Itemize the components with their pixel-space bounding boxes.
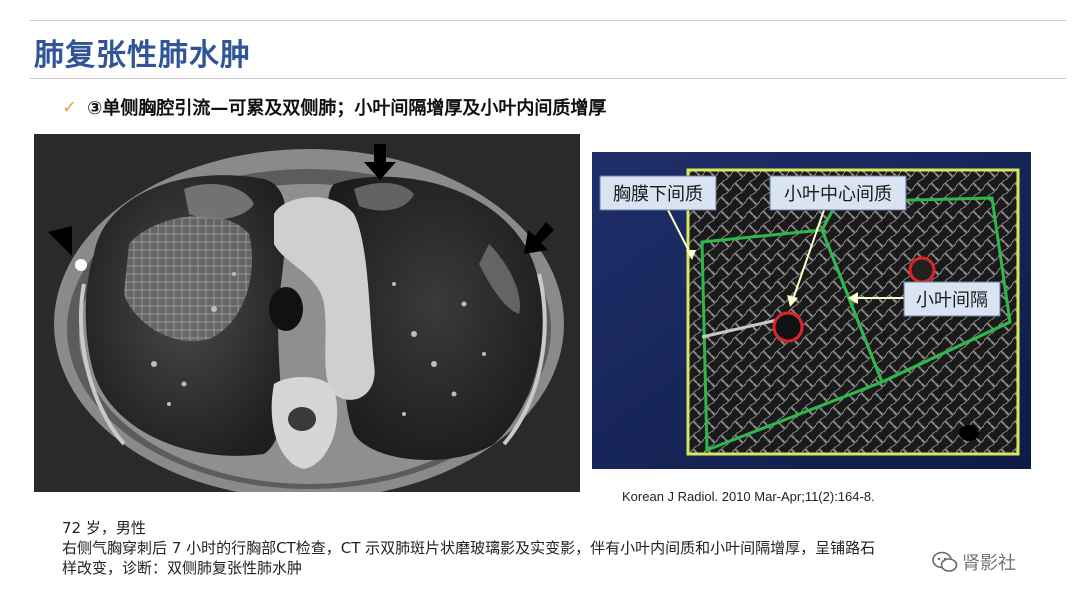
caption-line: 72 岁，男性	[62, 519, 146, 537]
svg-text:胸膜下间质: 胸膜下间质	[613, 184, 703, 205]
watermark-text: 肾影社	[962, 553, 1016, 574]
label-centrilobular: 小叶中心间质	[769, 175, 907, 211]
case-caption: 72 岁，男性 右侧气胸穿刺后 7 小时的行胸部CT检查，CT 示双肺斑片状磨玻…	[62, 518, 1052, 578]
svg-text:小叶间隔: 小叶间隔	[916, 290, 988, 311]
label-subpleural: 胸膜下间质	[599, 175, 717, 211]
top-divider	[30, 20, 1066, 21]
wechat-icon	[932, 551, 958, 572]
title-divider	[30, 78, 1066, 79]
lobule-diagram: 胸膜下间质 小叶中心间质 小叶间隔	[592, 152, 1031, 469]
ct-scan-image	[34, 134, 580, 492]
slide-title: 肺复张性肺水肿	[34, 38, 251, 73]
caption-line: 样改变，诊断：双侧肺复张性肺水肿	[62, 559, 303, 577]
watermark: 肾影社	[932, 549, 1016, 575]
bullet-point: ✓ ③单侧胸腔引流—可累及双侧肺；小叶间隔增厚及小叶内间质增厚	[62, 94, 606, 120]
citation: Korean J Radiol. 2010 Mar-Apr;11(2):164-…	[622, 489, 875, 504]
checkmark-icon: ✓	[62, 96, 78, 118]
bullet-text: ③单侧胸腔引流—可累及双侧肺；小叶间隔增厚及小叶内间质增厚	[87, 98, 607, 119]
svg-text:小叶中心间质: 小叶中心间质	[784, 184, 892, 205]
caption-line: 右侧气胸穿刺后 7 小时的行胸部CT检查，CT 示双肺斑片状磨玻璃影及实变影，伴…	[62, 539, 876, 557]
label-interlobular-septum: 小叶间隔	[903, 281, 1001, 317]
chest-tube-marker	[75, 259, 87, 271]
